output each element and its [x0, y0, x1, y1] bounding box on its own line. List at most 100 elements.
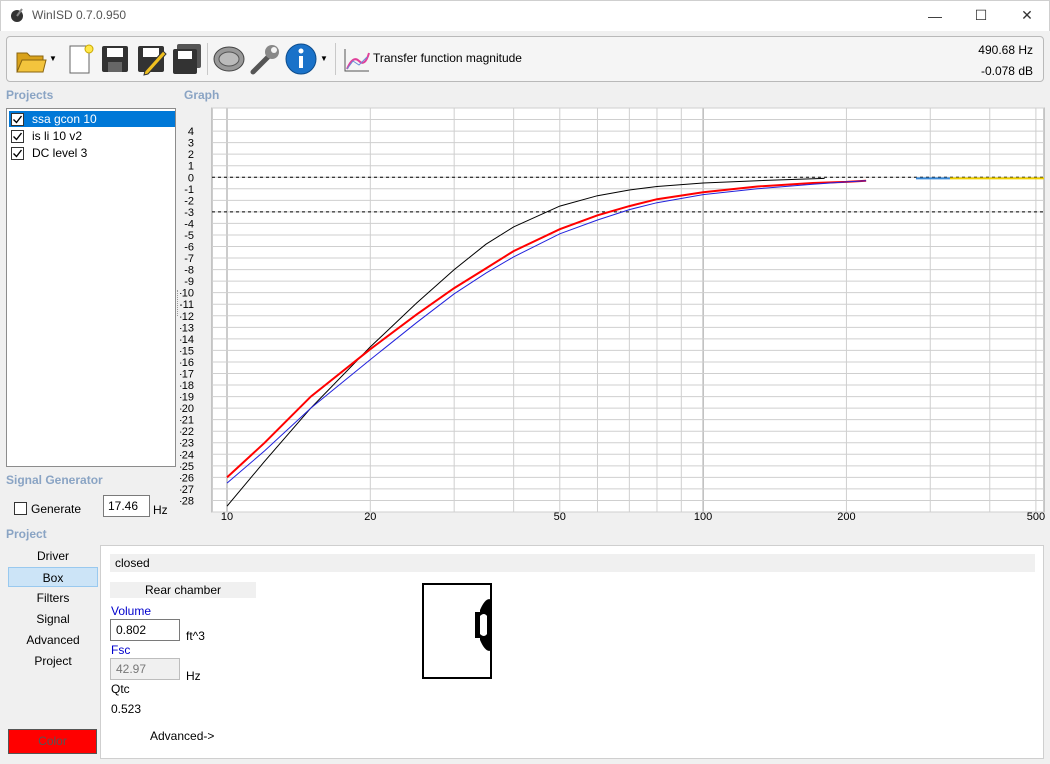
closed-box-diagram: [422, 583, 492, 679]
title-bar: [0, 0, 1050, 31]
y-tick-label: -6: [184, 242, 194, 254]
open-dropdown-icon[interactable]: ▼: [49, 54, 57, 63]
project-name: ssa gcon 10: [32, 112, 97, 126]
y-tick-label: -14: [180, 334, 194, 346]
nav-advanced[interactable]: Advanced: [8, 630, 98, 650]
project-item[interactable]: ssa gcon 10: [9, 111, 175, 127]
y-tick-label: 3: [188, 138, 194, 150]
project-checkbox[interactable]: [11, 146, 24, 160]
rear-chamber-header: Rear chamber: [110, 582, 256, 598]
toolbar-separator: [335, 43, 336, 75]
project-item[interactable]: is li 10 v2: [9, 128, 175, 144]
nav-filters[interactable]: Filters: [8, 588, 98, 608]
volume-input[interactable]: [110, 619, 180, 641]
y-tick-label: 4: [188, 126, 194, 138]
y-tick-label: -10: [180, 288, 194, 300]
window-title: WinISD 0.7.0.950: [32, 8, 127, 22]
save-all-icon[interactable]: [169, 41, 205, 77]
close-button[interactable]: ✕: [1004, 0, 1050, 31]
y-tick-label: -25: [180, 461, 194, 473]
driver-icon[interactable]: [211, 41, 247, 77]
edit-icon[interactable]: [133, 41, 169, 77]
info-icon[interactable]: [283, 41, 319, 77]
fsc-unit: Hz: [186, 669, 201, 683]
fsc-input: [110, 658, 180, 680]
projects-list[interactable]: ssa gcon 10 is li 10 v2 DC level 3: [6, 108, 176, 467]
y-tick-label: -21: [180, 415, 194, 427]
y-tick-label: -17: [180, 368, 194, 380]
y-tick-label: 2: [188, 149, 194, 161]
x-tick-label: 100: [694, 511, 712, 523]
generator-frequency-unit: Hz: [153, 503, 168, 517]
box-type-selector[interactable]: closed: [110, 554, 1035, 572]
box-panel: closed Rear chamber Volume ft^3 Fsc Hz Q…: [100, 545, 1044, 759]
maximize-button[interactable]: ☐: [958, 0, 1004, 31]
app-logo-icon: [9, 7, 25, 23]
qtc-value: 0.523: [111, 702, 142, 716]
nav-signal[interactable]: Signal: [8, 609, 98, 629]
y-tick-label: -5: [184, 230, 194, 242]
y-tick-label: -15: [180, 345, 194, 357]
x-tick-label: 50: [554, 511, 566, 523]
x-tick-label: 500: [1027, 511, 1045, 523]
y-tick-label: -4: [184, 218, 194, 230]
x-tick-label: 10: [221, 511, 233, 523]
y-tick-label: -13: [180, 322, 194, 334]
x-tick-label: 200: [837, 511, 855, 523]
y-tick-label: 1: [188, 161, 194, 173]
y-tick-label: -3: [184, 207, 194, 219]
qtc-label: Qtc: [111, 682, 130, 696]
project-color-button[interactable]: Color: [8, 729, 97, 754]
y-tick-label: -8: [184, 265, 194, 277]
y-tick-label: -1: [184, 184, 194, 196]
project-item[interactable]: DC level 3: [9, 145, 175, 161]
plot-area: [211, 107, 1045, 513]
y-tick-label: -16: [180, 357, 194, 369]
y-tick-label: -28: [180, 495, 194, 507]
open-folder-icon[interactable]: [13, 41, 49, 77]
y-tick-label: -26: [180, 472, 194, 484]
y-tick-label: -18: [180, 380, 194, 392]
cursor-frequency-readout: 490.68 Hz: [978, 43, 1033, 57]
graph-icon[interactable]: [339, 41, 375, 77]
nav-project[interactable]: Project: [8, 651, 98, 671]
y-tick-label: -2: [184, 195, 194, 207]
new-document-icon[interactable]: [62, 41, 98, 77]
toolbar-separator: [207, 43, 208, 75]
project-name: DC level 3: [32, 146, 88, 160]
advanced-button[interactable]: Advanced->: [150, 729, 214, 743]
graph-section-label: Graph: [184, 88, 220, 102]
x-tick-label: 20: [364, 511, 376, 523]
minimize-button[interactable]: —: [912, 0, 958, 31]
y-tick-label: -9: [184, 276, 194, 288]
nav-driver[interactable]: Driver: [8, 546, 98, 566]
generate-checkbox[interactable]: [14, 502, 27, 515]
y-tick-label: -7: [184, 253, 194, 265]
generator-frequency-input[interactable]: [103, 495, 150, 517]
nav-box[interactable]: Box: [8, 567, 98, 587]
save-icon[interactable]: [97, 41, 133, 77]
project-section-label: Project: [6, 527, 47, 541]
y-tick-label: -11: [180, 299, 194, 311]
project-name: is li 10 v2: [32, 129, 83, 143]
y-tick-label: -27: [180, 484, 194, 496]
project-checkbox[interactable]: [11, 112, 24, 126]
y-tick-label: -12: [180, 311, 194, 323]
volume-label: Volume: [111, 604, 152, 618]
tools-icon[interactable]: [247, 41, 283, 77]
project-checkbox[interactable]: [11, 129, 24, 143]
y-tick-label: -19: [180, 392, 194, 404]
generate-label: Generate: [31, 502, 82, 516]
cursor-level-readout: -0.078 dB: [980, 64, 1033, 78]
toolbar: ▼ ▼ Transfer function magnitude 490.68 H…: [6, 36, 1044, 82]
y-tick-label: -24: [180, 449, 194, 461]
volume-unit: ft^3: [186, 629, 205, 643]
y-tick-label: 0: [188, 172, 194, 184]
transfer-function-chart[interactable]: 43210-1-2-3-4-5-6-7-8-9-10-11-12-13-14-1…: [180, 106, 1046, 524]
info-dropdown-icon[interactable]: ▼: [320, 54, 328, 63]
fsc-label: Fsc: [111, 643, 131, 657]
transfer-function-label[interactable]: Transfer function magnitude: [373, 51, 522, 65]
y-tick-label: -20: [180, 403, 194, 415]
y-tick-label: -22: [180, 426, 194, 438]
signal-generator-section-label: Signal Generator: [6, 473, 103, 487]
